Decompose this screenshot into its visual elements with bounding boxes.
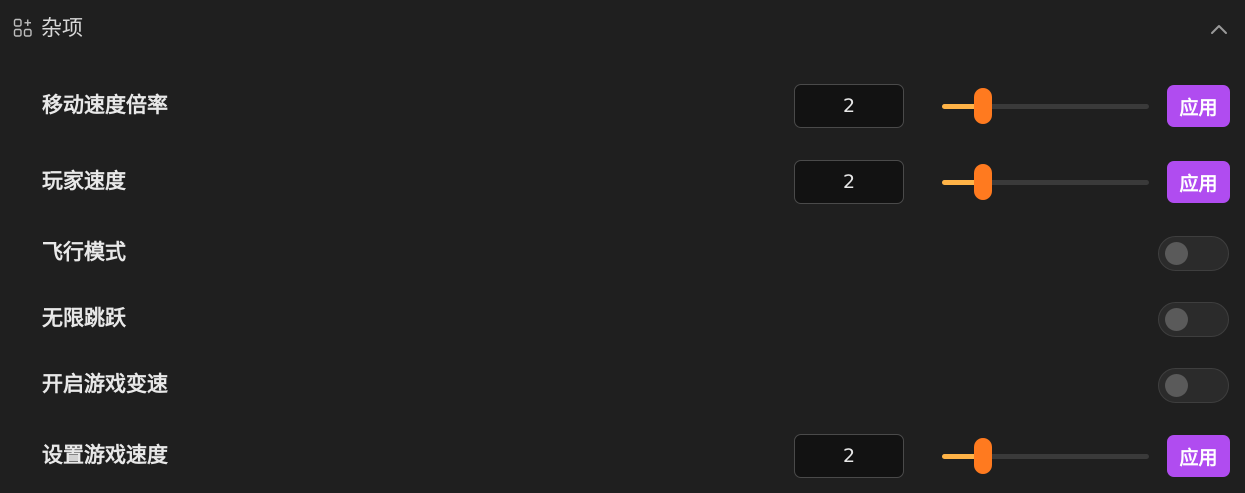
toggle-knob [1165,374,1188,397]
apps-add-icon [13,18,32,37]
setting-row-fly-mode: 飞行模式 [0,236,1245,272]
slider-thumb[interactable] [974,438,992,474]
infinite-jump-toggle[interactable] [1158,302,1229,337]
toggle-knob [1165,242,1188,265]
move-speed-multiplier-slider[interactable] [942,88,1149,124]
setting-label: 开启游戏变速 [42,372,168,396]
slider-thumb[interactable] [974,88,992,124]
section-header[interactable]: 杂项 [0,0,1245,56]
apply-button[interactable]: 应用 [1167,161,1230,203]
game-speed-hack-toggle[interactable] [1158,368,1229,403]
apply-button[interactable]: 应用 [1167,85,1230,127]
setting-row-player-speed: 玩家速度 应用 [0,160,1245,206]
misc-settings-panel: 杂项 移动速度倍率 应用 玩家速度 应用 飞行模式 无限跳跃 [0,0,1245,493]
setting-row-game-speed-hack: 开启游戏变速 [0,368,1245,404]
game-speed-slider[interactable] [942,438,1149,474]
setting-label: 飞行模式 [42,240,126,264]
section-title: 杂项 [41,16,83,40]
game-speed-input[interactable] [794,434,904,478]
move-speed-multiplier-input[interactable] [794,84,904,128]
toggle-knob [1165,308,1188,331]
setting-label: 玩家速度 [42,169,126,193]
slider-thumb[interactable] [974,164,992,200]
setting-label: 设置游戏速度 [42,443,168,467]
player-speed-slider[interactable] [942,164,1149,200]
apply-button[interactable]: 应用 [1167,435,1230,477]
setting-row-move-speed-multiplier: 移动速度倍率 应用 [0,84,1245,130]
fly-mode-toggle[interactable] [1158,236,1229,271]
player-speed-input[interactable] [794,160,904,204]
setting-label: 移动速度倍率 [42,93,168,117]
setting-label: 无限跳跃 [42,306,126,330]
setting-row-set-game-speed: 设置游戏速度 应用 [0,434,1245,480]
setting-row-infinite-jump: 无限跳跃 [0,302,1245,338]
chevron-up-icon[interactable] [1209,20,1229,40]
